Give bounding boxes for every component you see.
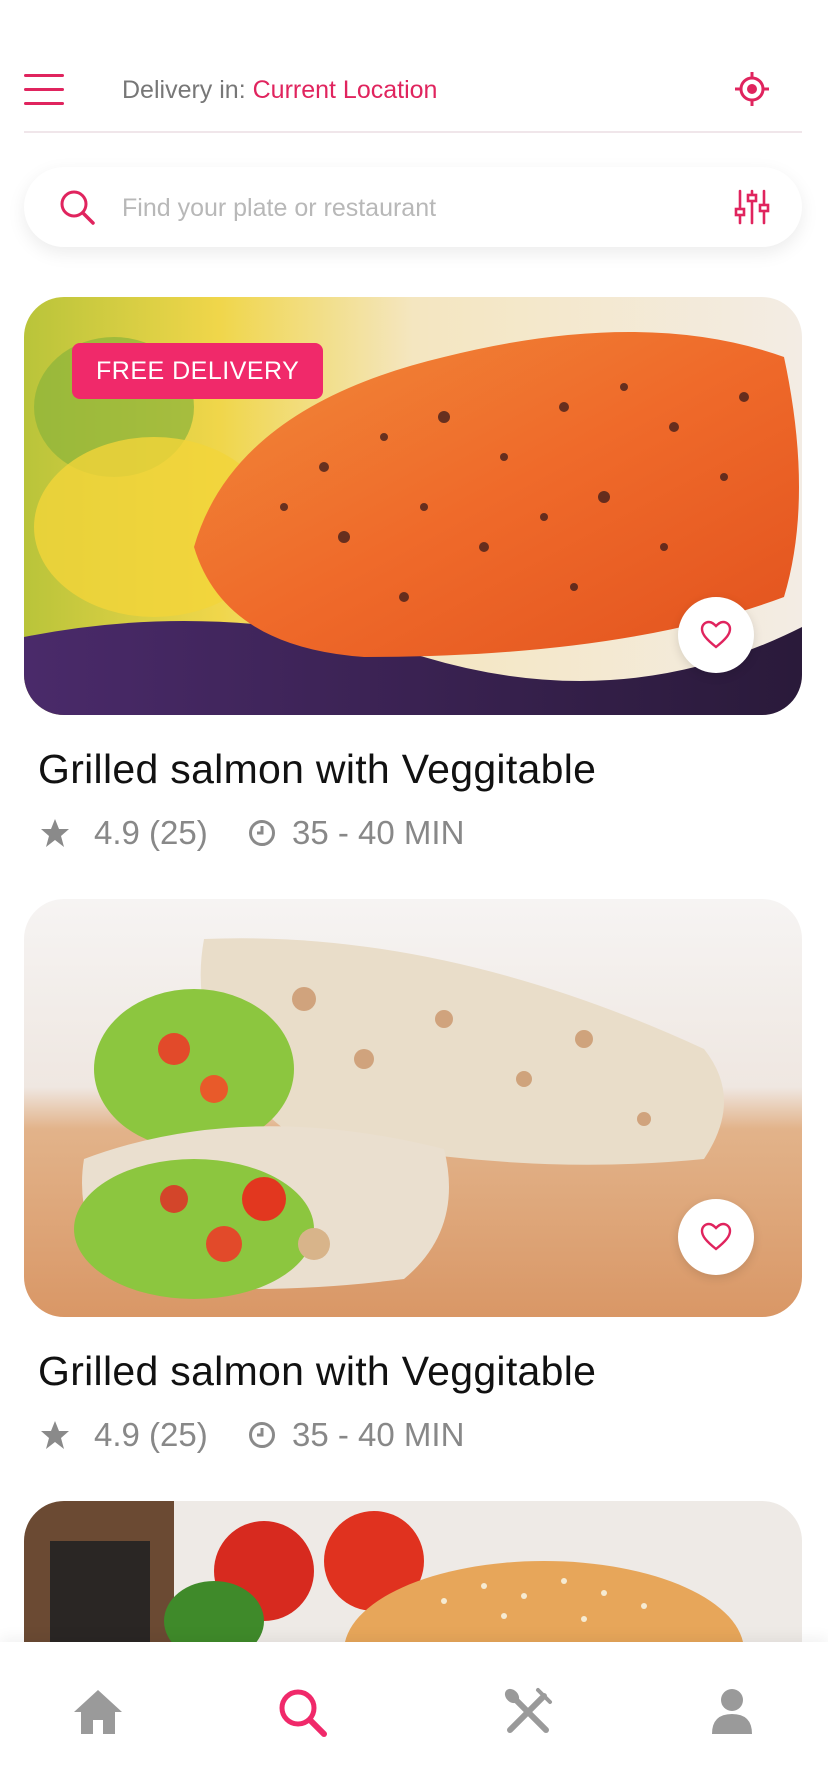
- clock-icon: [249, 820, 275, 846]
- delivery-time-text: 35 - 40 MIN: [292, 1416, 465, 1453]
- food-card-image[interactable]: [24, 899, 802, 1317]
- dish-meta: 4.9 (25) 35 - 40 MIN: [40, 813, 540, 853]
- delivery-info: Delivery in: Current Location: [122, 72, 437, 108]
- food-card-image[interactable]: [24, 1501, 802, 1642]
- star-icon: [41, 1421, 69, 1449]
- menu-button[interactable]: [24, 74, 66, 106]
- rating-text: 4.9 (25): [94, 814, 208, 851]
- dish-title[interactable]: Grilled salmon with Veggitable: [38, 744, 596, 794]
- dish-meta: 4.9 (25) 35 - 40 MIN: [40, 1415, 540, 1455]
- delivery-label: Delivery in:: [122, 76, 246, 104]
- search-input[interactable]: [120, 187, 644, 229]
- header-divider: [24, 131, 802, 133]
- target-icon: [735, 72, 769, 106]
- search-icon: [279, 1689, 327, 1737]
- dish-title[interactable]: Grilled salmon with Veggitable: [38, 1346, 596, 1396]
- user-icon: [712, 1689, 752, 1734]
- utensils-icon: [504, 1688, 552, 1733]
- delivery-time-text: 35 - 40 MIN: [292, 814, 465, 851]
- nav-profile[interactable]: [702, 1682, 762, 1742]
- nav-home[interactable]: [68, 1682, 128, 1742]
- locate-button[interactable]: [734, 71, 770, 107]
- menu-icon-line: [24, 88, 64, 91]
- delivery-location-link[interactable]: Current Location: [253, 76, 438, 104]
- clock-icon: [249, 1422, 275, 1448]
- filter-button[interactable]: [734, 187, 770, 227]
- food-card-image[interactable]: FREE DELIVERY: [24, 297, 802, 715]
- menu-icon-line: [24, 102, 64, 105]
- burger-photo: [24, 1501, 802, 1642]
- app-header: Delivery in: Current Location: [0, 0, 828, 133]
- favorite-button[interactable]: [678, 597, 754, 673]
- search-icon: [58, 188, 96, 226]
- bottom-navigation: [0, 1642, 828, 1792]
- menu-icon-line: [24, 74, 64, 77]
- nav-restaurants[interactable]: [498, 1682, 558, 1742]
- rating-text: 4.9 (25): [94, 1416, 208, 1453]
- home-icon: [74, 1690, 122, 1734]
- heart-icon: [700, 620, 732, 649]
- free-delivery-badge: FREE DELIVERY: [72, 343, 324, 399]
- search-bar: [24, 167, 802, 247]
- heart-icon: [700, 1222, 732, 1251]
- nav-search[interactable]: [272, 1682, 332, 1742]
- star-icon: [41, 819, 69, 847]
- sliders-icon: [734, 189, 770, 225]
- favorite-button[interactable]: [678, 1199, 754, 1275]
